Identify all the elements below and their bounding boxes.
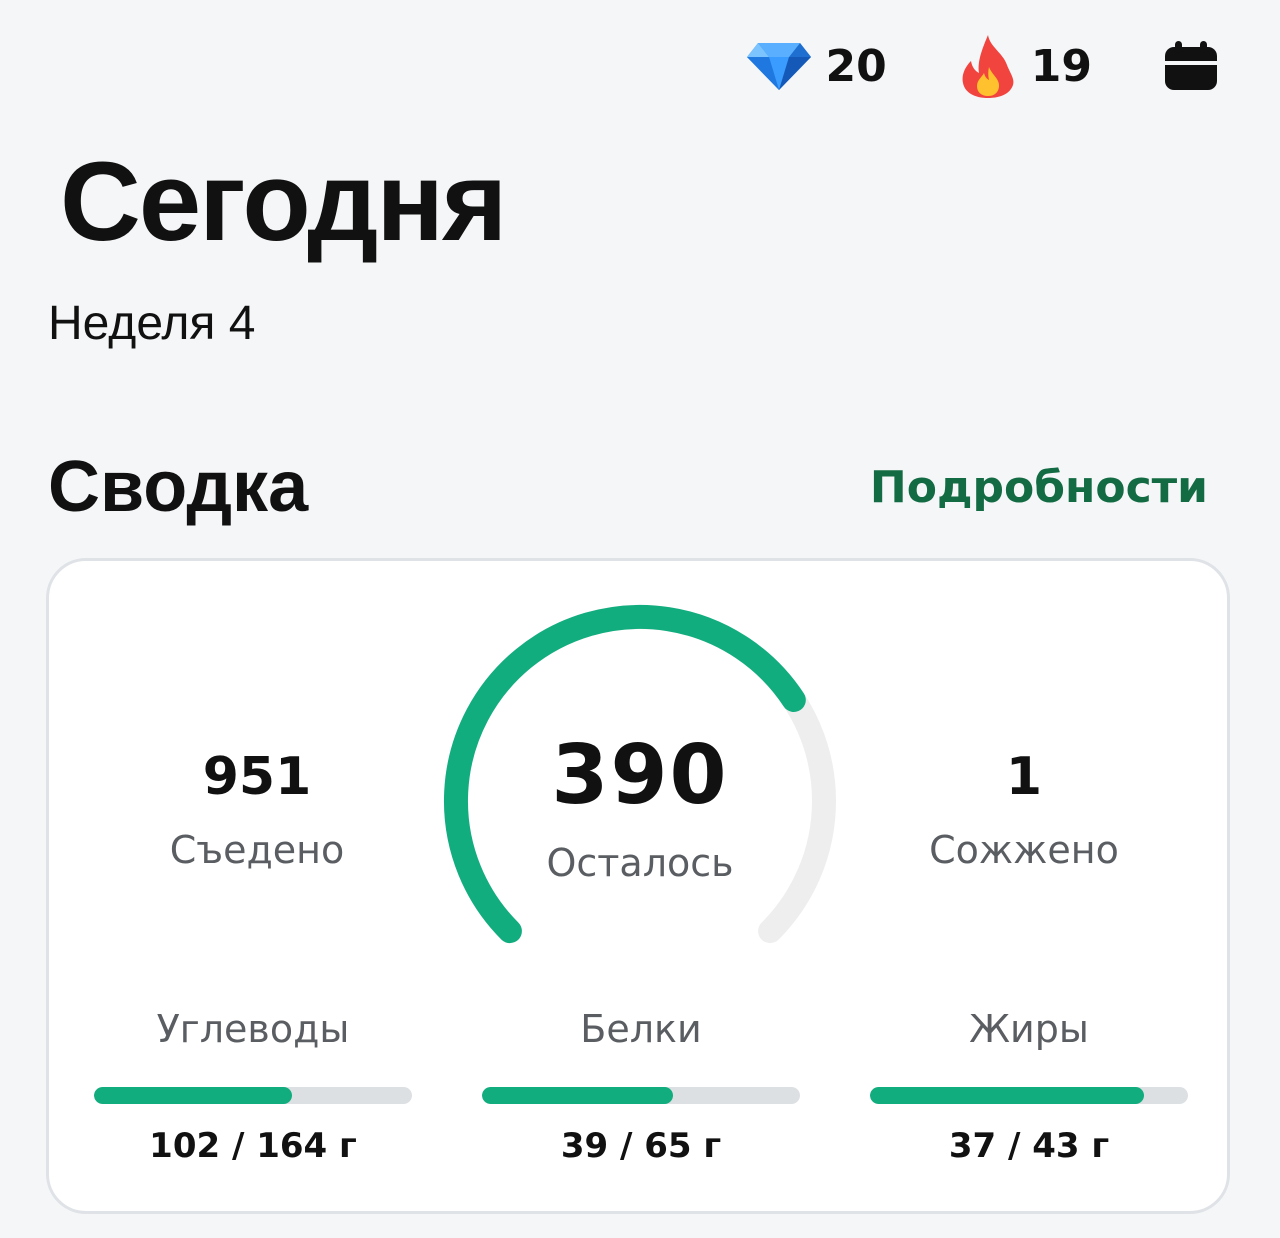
macro-value: 37 / 43 г <box>948 1125 1110 1166</box>
burned-metric: 1 Сожжено <box>874 747 1174 873</box>
summary-title: Сводка <box>48 447 309 527</box>
gems-count: 20 <box>825 40 887 92</box>
week-label: Неделя 4 <box>48 297 256 350</box>
streak-count: 19 <box>1030 40 1092 92</box>
eaten-metric: 951 Съедено <box>107 747 407 873</box>
macro-value: 39 / 65 г <box>560 1125 722 1166</box>
macro-label: Жиры <box>969 1007 1089 1051</box>
top-bar: 20 19 <box>746 33 1218 99</box>
macro-fat: Жиры 37 / 43 г <box>870 1007 1188 1166</box>
fire-icon <box>962 35 1014 98</box>
macro-progress-bar <box>482 1086 800 1104</box>
page-title: Сегодня <box>60 139 507 264</box>
calendar-button[interactable] <box>1164 41 1218 91</box>
remaining-metric: 390 Осталось <box>490 728 790 886</box>
macro-label: Белки <box>580 1007 702 1051</box>
macro-value: 102 / 164 г <box>149 1125 357 1166</box>
macro-progress-bar <box>94 1086 412 1104</box>
macro-progress-fill <box>870 1086 1144 1104</box>
diamond-icon <box>746 43 811 90</box>
gems-counter[interactable]: 20 <box>746 41 887 92</box>
today-screen: 20 19 Сегодня Неделя 4 Сводка Подробност… <box>0 0 1280 1238</box>
eaten-value: 951 <box>202 747 312 807</box>
summary-card: 951 Съедено 390 Осталось 1 Сожжено Углев… <box>46 558 1230 1214</box>
macro-progress-fill <box>94 1086 292 1104</box>
macro-label: Углеводы <box>156 1007 350 1051</box>
burned-label: Сожжено <box>929 828 1119 873</box>
macro-carbs: Углеводы 102 / 164 г <box>94 1007 412 1166</box>
remaining-label: Осталось <box>546 841 734 886</box>
remaining-value: 390 <box>551 728 729 823</box>
eaten-label: Съедено <box>169 828 345 873</box>
streak-counter[interactable]: 19 <box>959 33 1092 99</box>
macro-progress-bar <box>870 1086 1188 1104</box>
details-link[interactable]: Подробности <box>870 462 1208 513</box>
macro-progress-fill <box>482 1086 673 1104</box>
burned-value: 1 <box>1005 747 1043 807</box>
macro-protein: Белки 39 / 65 г <box>482 1007 800 1166</box>
calendar-icon <box>1165 41 1217 90</box>
